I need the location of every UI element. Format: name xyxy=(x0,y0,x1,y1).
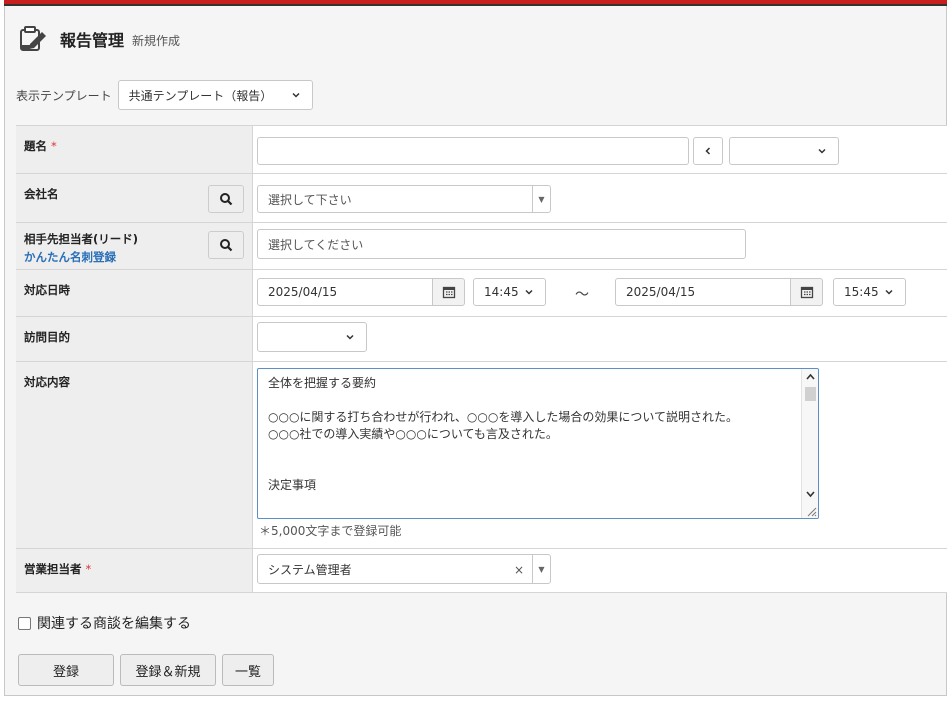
sales-rep-value-cell: システム管理者 × ▼ xyxy=(253,549,947,592)
company-placeholder: 選択して下さい xyxy=(268,192,352,207)
content-line xyxy=(268,460,796,477)
related-deal-checkbox[interactable] xyxy=(18,616,31,630)
row-datetime: 対応日時 2025/04/15 14:45 ～ 2025/04/15 15:45 xyxy=(16,270,947,317)
subject-input[interactable] xyxy=(257,137,689,165)
contact-placeholder: 選択してください xyxy=(268,237,364,252)
calendar-icon xyxy=(800,286,813,299)
chevron-down-icon xyxy=(885,289,893,295)
content-line xyxy=(268,443,796,460)
scroll-down-icon[interactable] xyxy=(805,489,816,499)
purpose-label-cell: 訪問目的 xyxy=(16,317,253,361)
search-icon xyxy=(220,239,233,252)
related-deal-checkbox-row[interactable]: 関連する商談を編集する xyxy=(18,613,191,633)
chevron-down-icon xyxy=(818,148,826,154)
end-date-input[interactable]: 2025/04/15 xyxy=(615,278,791,306)
contact-label-cell: 相手先担当者(リード) かんたん名刺登録 xyxy=(16,223,253,269)
clear-icon[interactable]: × xyxy=(514,563,524,577)
row-contact: 相手先担当者(リード) かんたん名刺登録 選択してください xyxy=(16,223,947,270)
calendar-icon xyxy=(442,286,455,299)
purpose-value-cell xyxy=(253,317,947,361)
related-deal-label: 関連する商談を編集する xyxy=(37,616,191,632)
edit-report-icon xyxy=(20,26,46,51)
content-value-cell: 全体を把握する要約 ○○○に関する打ち合わせが行われ、○○○を導入した場合の効果… xyxy=(253,362,947,548)
start-calendar-button[interactable] xyxy=(433,278,465,306)
datetime-label: 対応日時 xyxy=(24,283,70,297)
sales-rep-select[interactable]: システム管理者 × ▼ xyxy=(257,554,551,584)
end-time-value: 15:45 xyxy=(844,285,879,299)
start-time-select[interactable]: 14:45 xyxy=(473,278,546,306)
subject-label-cell: 題名 * xyxy=(16,126,253,173)
content-line: ○○○社での導入実績や○○○についても言及された。 xyxy=(268,427,558,441)
company-label-cell: 会社名 xyxy=(16,174,253,222)
combo-arrow-icon[interactable]: ▼ xyxy=(532,555,550,583)
scroll-thumb[interactable] xyxy=(805,387,816,401)
subject-label: 題名 xyxy=(24,139,47,153)
content-line xyxy=(268,392,796,409)
start-time-value: 14:45 xyxy=(484,285,519,299)
content-label-cell: 対応内容 xyxy=(16,362,253,548)
start-date-input[interactable]: 2025/04/15 xyxy=(257,278,433,306)
content-line xyxy=(268,494,796,511)
subject-template-select[interactable] xyxy=(729,137,839,165)
subject-value-cell xyxy=(253,126,947,173)
sales-rep-value: システム管理者 xyxy=(268,562,352,577)
row-purpose: 訪問目的 xyxy=(16,317,947,362)
page-subtitle: 新規作成 xyxy=(132,34,181,48)
template-selector-row: 表示テンプレート 共通テンプレート（報告） xyxy=(16,80,313,110)
template-select-value: 共通テンプレート（報告） xyxy=(128,88,273,103)
register-button[interactable]: 登録 xyxy=(18,654,114,686)
template-select[interactable]: 共通テンプレート（報告） xyxy=(117,80,313,110)
chevron-down-icon xyxy=(525,289,533,295)
resize-grip-icon[interactable] xyxy=(804,504,817,517)
contact-search-button[interactable] xyxy=(208,231,244,259)
contact-label: 相手先担当者(リード) xyxy=(24,232,139,246)
register-and-new-button[interactable]: 登録＆新規 xyxy=(120,654,216,686)
page-title: 報告管理 xyxy=(60,31,125,50)
end-calendar-button[interactable] xyxy=(791,278,823,306)
content-line: 全体を把握する要約 xyxy=(268,376,377,390)
chevron-down-icon xyxy=(292,92,300,98)
datetime-value-cell: 2025/04/15 14:45 ～ 2025/04/15 15:45 xyxy=(253,270,947,316)
top-accent-bar xyxy=(4,0,947,6)
range-separator: ～ xyxy=(575,287,589,303)
template-label: 表示テンプレート xyxy=(16,88,112,103)
content-line: 決定事項 xyxy=(268,478,317,492)
content-textarea[interactable]: 全体を把握する要約 ○○○に関する打ち合わせが行われ、○○○を導入した場合の効果… xyxy=(257,368,819,519)
end-time-select[interactable]: 15:45 xyxy=(833,278,906,306)
purpose-label: 訪問目的 xyxy=(24,330,70,344)
purpose-select[interactable] xyxy=(257,322,367,352)
content-label: 対応内容 xyxy=(24,375,70,389)
textarea-scrollbar[interactable] xyxy=(801,369,818,518)
required-mark: * xyxy=(51,139,57,153)
form-table: 題名 * 会社名 選択して下さい ▼ 相手先担当者(リード) かんたん名刺登録 … xyxy=(16,125,947,593)
datetime-label-cell: 対応日時 xyxy=(16,270,253,316)
sales-rep-label: 営業担当者 xyxy=(24,562,82,576)
sales-rep-label-cell: 営業担当者 * xyxy=(16,549,253,592)
company-select[interactable]: 選択して下さい ▼ xyxy=(257,185,551,213)
row-company: 会社名 選択して下さい ▼ xyxy=(16,174,947,223)
chevron-left-icon xyxy=(705,147,711,155)
page-header: 報告管理 新規作成 xyxy=(18,24,180,54)
row-content: 対応内容 全体を把握する要約 ○○○に関する打ち合わせが行われ、○○○を導入した… xyxy=(16,362,947,549)
scroll-up-icon[interactable] xyxy=(805,372,816,382)
char-limit-note: ＊5,000文字まで登録可能 xyxy=(259,524,402,538)
company-search-button[interactable] xyxy=(208,185,244,213)
prev-subject-button[interactable] xyxy=(693,137,723,165)
list-button[interactable]: 一覧 xyxy=(222,654,274,686)
combo-arrow-icon: ▼ xyxy=(532,186,550,212)
row-subject: 題名 * xyxy=(16,126,947,174)
content-line: ○○○に関する打ち合わせが行われ、○○○を導入した場合の効果について説明された。 xyxy=(268,410,738,424)
company-value-cell: 選択して下さい ▼ xyxy=(253,174,947,222)
search-icon xyxy=(220,193,233,206)
contact-input[interactable]: 選択してください xyxy=(257,229,746,259)
company-label: 会社名 xyxy=(24,187,59,201)
chevron-down-icon xyxy=(346,334,354,340)
row-sales-rep: 営業担当者 * システム管理者 × ▼ xyxy=(16,549,947,593)
contact-value-cell: 選択してください xyxy=(253,223,947,269)
required-mark: * xyxy=(85,562,92,576)
